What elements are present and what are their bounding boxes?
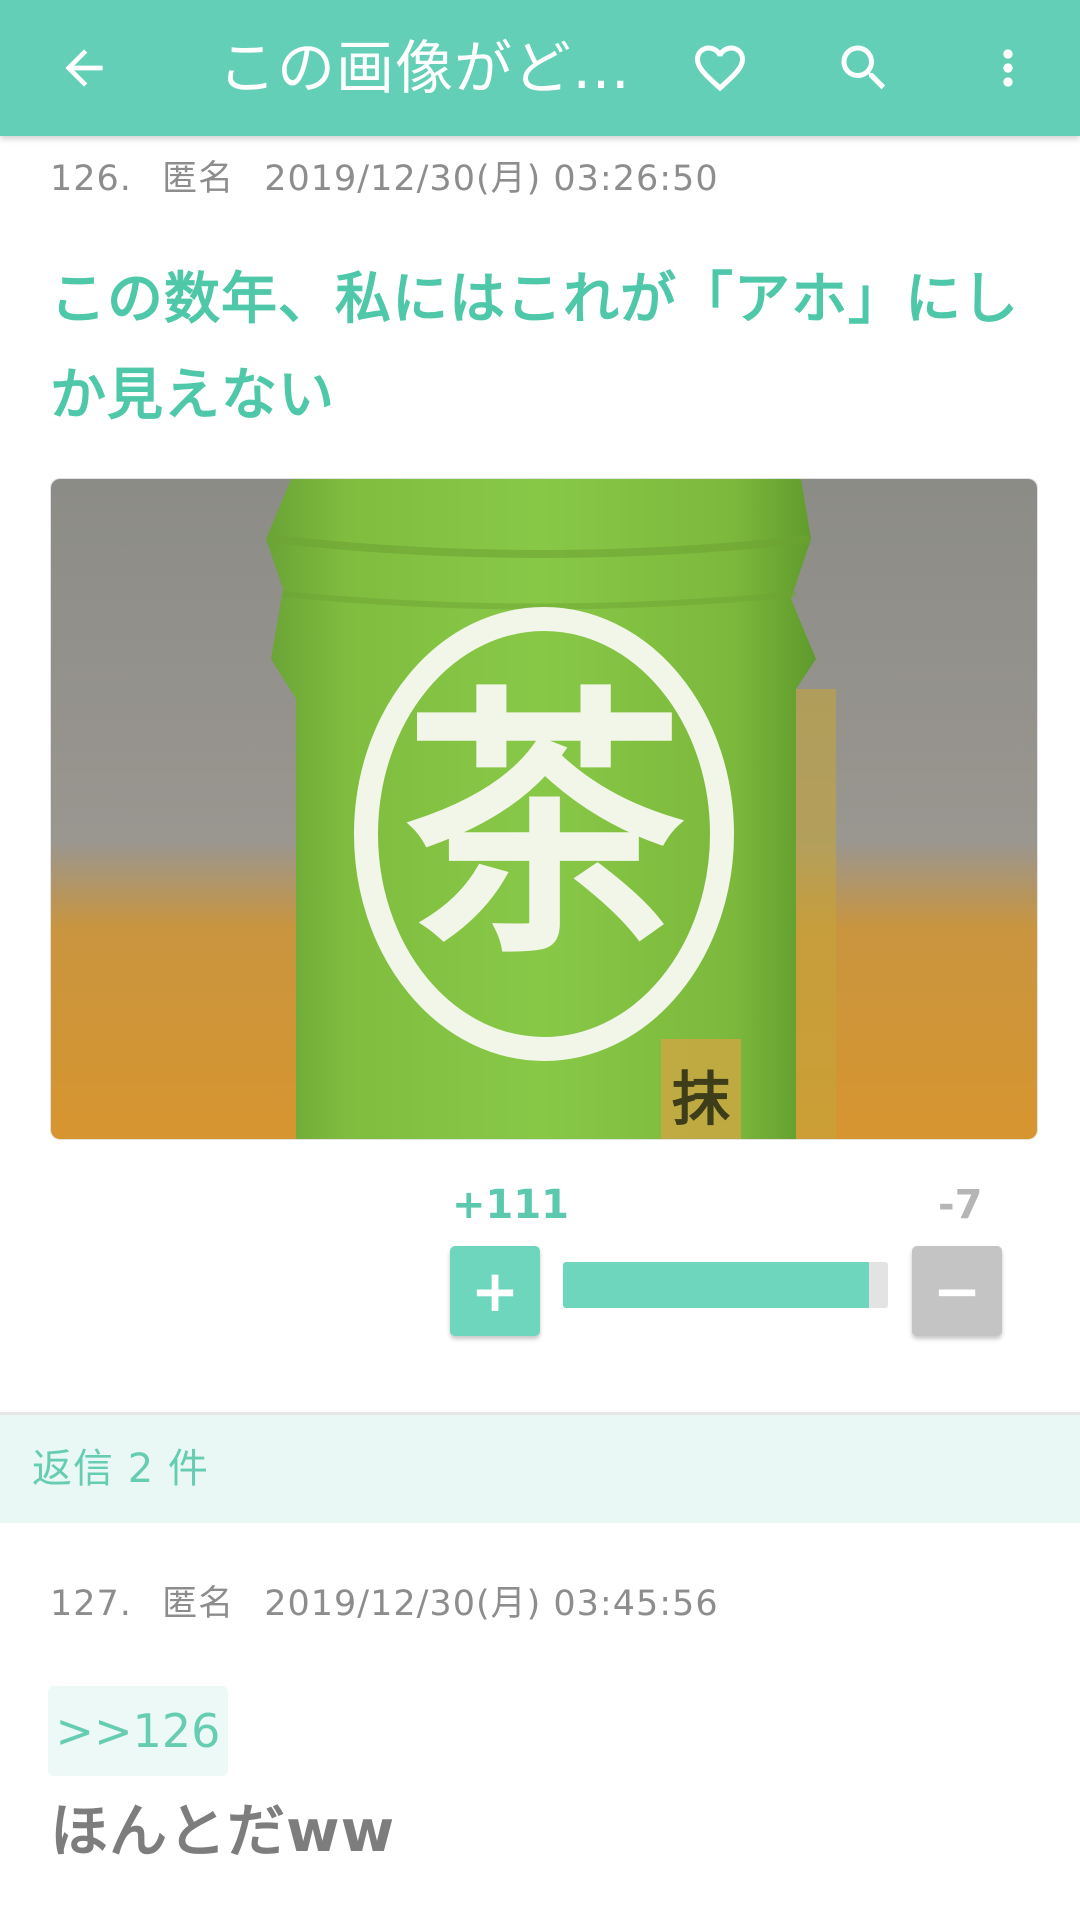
more-vert-icon [1003, 49, 1013, 87]
back-button[interactable] [36, 20, 132, 116]
thread-screen: この画像がど… 126. 匿名 2019/12/30(月) 03:26:50 こ… [0, 0, 1080, 1913]
more-options-button[interactable] [960, 20, 1056, 116]
post-image[interactable]: 茶 抹 [50, 478, 1038, 1140]
post-number: 126. [50, 159, 132, 199]
vote-ratio-fill [563, 1262, 869, 1308]
reply-meta: 127. 匿名 2019/12/30(月) 03:45:56 [50, 1575, 719, 1626]
replies-label: 返信 2 件 [32, 1446, 209, 1492]
upvote-button[interactable]: + [450, 1246, 540, 1336]
vote-ratio-bar [563, 1262, 888, 1308]
downvote-count: -7 [938, 1182, 983, 1228]
post-datetime: 2019/12/30(月) 03:26:50 [264, 159, 719, 199]
reply-author: 匿名 [162, 1584, 235, 1624]
replies-banner[interactable]: 返信 2 件 [0, 1415, 1080, 1523]
reply-datetime: 2019/12/30(月) 03:45:56 [264, 1584, 719, 1624]
heart-icon [695, 45, 745, 92]
green-tea-bottle-photo: 茶 抹 [51, 479, 1037, 1139]
search-button[interactable] [816, 20, 912, 116]
post-meta: 126. 匿名 2019/12/30(月) 03:26:50 [50, 150, 719, 201]
minus-icon: − [932, 1257, 982, 1325]
favorite-button[interactable] [672, 20, 768, 116]
upvote-count: +111 [452, 1182, 570, 1228]
post-author: 匿名 [162, 159, 235, 199]
reply-number: 127. [50, 1584, 132, 1624]
app-bar-title: この画像がど… [218, 34, 632, 102]
downvote-button[interactable]: − [912, 1246, 1002, 1336]
reply-body: ほんとだww [50, 1797, 396, 1865]
matcha-glyph: 抹 [672, 1065, 731, 1133]
reply-anchor-link[interactable]: >>126 [48, 1686, 228, 1776]
tea-glyph: 茶 [404, 665, 688, 991]
post-body: この数年、私にはこれが「アホ」にしか見えない [50, 267, 1019, 428]
plus-icon: + [470, 1257, 520, 1325]
search-icon [841, 45, 886, 90]
arrow-back-icon [65, 49, 103, 87]
app-bar: この画像がど… [0, 0, 1080, 136]
